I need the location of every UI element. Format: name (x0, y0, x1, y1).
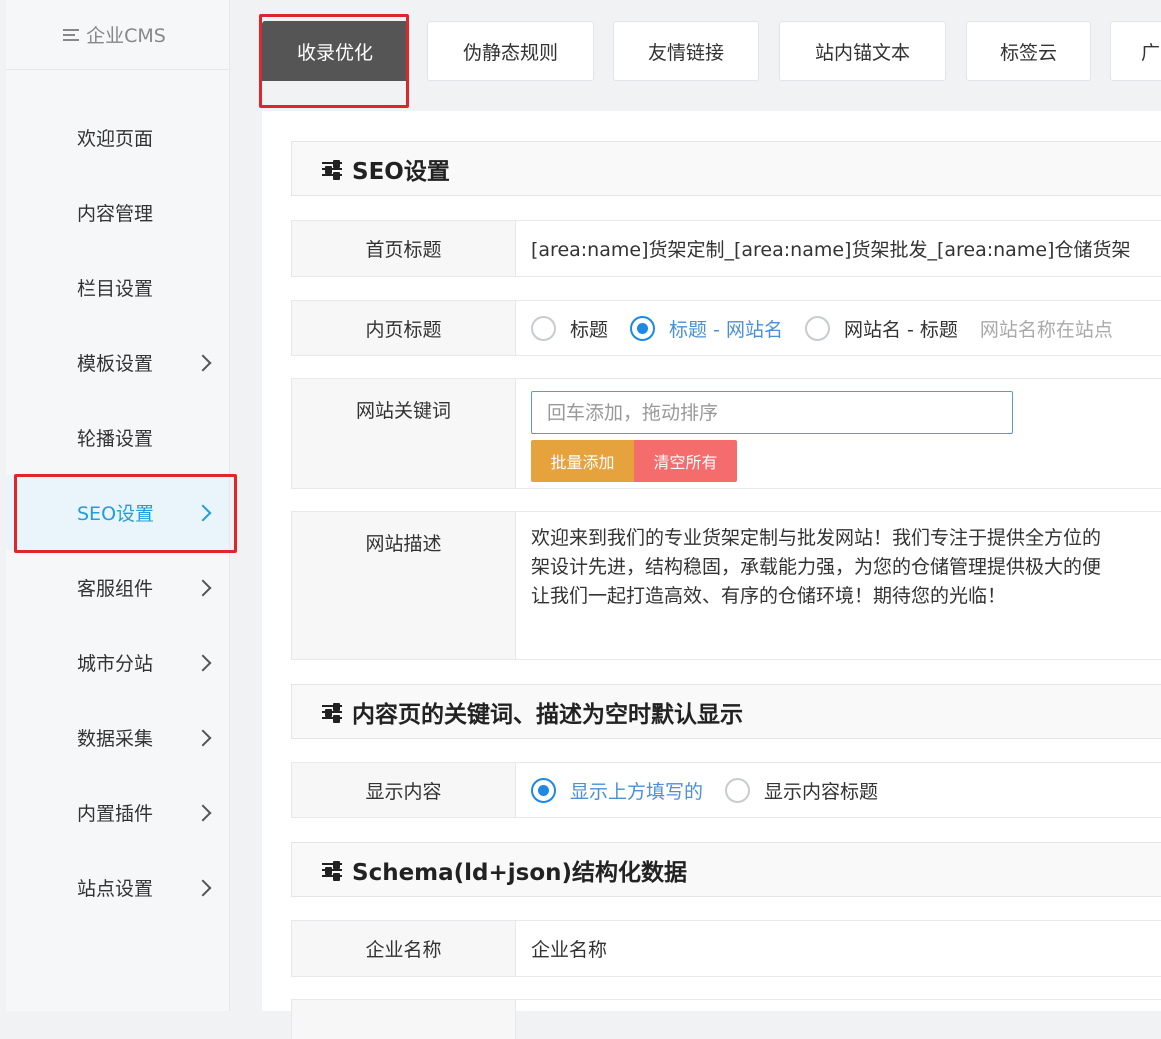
logo-text: 企业CMS (86, 25, 166, 47)
sidebar-item-label: 数据采集 (77, 728, 154, 750)
company-name-label: 企业名称 (292, 921, 516, 976)
clear-all-button[interactable]: 清空所有 (634, 440, 737, 482)
radio-show-filled[interactable]: 显示上方填写的 (531, 777, 703, 804)
sidebar-item-label: 栏目设置 (77, 278, 154, 300)
sidebar-item-plugins[interactable]: 内置插件 (6, 775, 229, 850)
section-content-defaults: 内容页的关键词、描述为空时默认显示 (291, 684, 1161, 739)
sidebar-item-label: 客服组件 (77, 578, 154, 600)
sidebar-item-label: 模板设置 (77, 353, 154, 375)
section-title: 内容页的关键词、描述为空时默认显示 (352, 701, 743, 728)
inner-title-options: 标题 标题 - 网站名 网站名 - 标题 网站名称在站点 (531, 301, 1161, 355)
row-inner-title: 内页标题 标题 标题 - 网站名 网站名 - 标题 网站名称在站点 (291, 300, 1161, 356)
sidebar-item-carousel[interactable]: 轮播设置 (6, 400, 229, 475)
home-title-label: 首页标题 (292, 221, 516, 276)
tab-friend-links[interactable]: 友情链接 (613, 21, 759, 81)
sidebar-item-label: 内置插件 (77, 803, 154, 825)
app-logo[interactable]: 企业CMS (6, 0, 229, 70)
radio-title-sitename[interactable]: 标题 - 网站名 (630, 315, 783, 342)
row-next (291, 999, 1161, 1039)
home-title-value[interactable]: [area:name]货架定制_[area:name]货架批发_[area:na… (531, 221, 1161, 276)
inner-title-label: 内页标题 (292, 301, 516, 355)
display-content-label: 显示内容 (292, 763, 516, 817)
description-line: 架设计先进，结构稳固，承载能力强，为您的仓储管理提供极大的便 (531, 556, 1102, 578)
chevron-right-icon (194, 729, 212, 746)
sidebar-item-customer-service[interactable]: 客服组件 (6, 550, 229, 625)
chevron-right-icon (194, 504, 212, 521)
keywords-input[interactable] (531, 391, 1013, 434)
sidebar-item-label: 城市分站 (77, 653, 154, 675)
sliders-icon (322, 860, 342, 881)
radio-circle (531, 315, 556, 341)
keywords-editor: 批量添加 清空所有 (531, 379, 1161, 488)
display-content-options: 显示上方填写的 显示内容标题 (531, 763, 1161, 817)
chevron-right-icon (194, 654, 212, 671)
row-company-name: 企业名称 企业名称 (291, 920, 1161, 977)
sidebar-item-label: SEO设置 (77, 503, 155, 525)
sidebar-item-seo[interactable]: SEO设置 (6, 474, 237, 553)
row-description: 网站描述 欢迎来到我们的专业货架定制与批发网站！我们专注于提供全方位的 架设计先… (291, 511, 1161, 660)
batch-add-button[interactable]: 批量添加 (531, 440, 634, 482)
sidebar-item-templates[interactable]: 模板设置 (6, 325, 229, 400)
tab-ads[interactable]: 广 (1110, 21, 1161, 81)
sidebar: 企业CMS 欢迎页面内容管理栏目设置模板设置轮播设置 SEO设置客服组件城市分站数… (6, 0, 237, 1011)
company-name-input[interactable]: 企业名称 (531, 921, 1161, 976)
tab-anchor-text[interactable]: 站内锚文本 (779, 21, 946, 81)
sidebar-item-label: 站点设置 (77, 878, 154, 900)
radio-circle (804, 315, 830, 341)
menu-icon (63, 28, 80, 42)
radio-title[interactable]: 标题 (531, 315, 608, 342)
next-row-label (292, 1000, 516, 1039)
keywords-label: 网站关键词 (292, 379, 516, 488)
radio-show-content-title[interactable]: 显示内容标题 (725, 777, 878, 804)
company-name-text: 企业名称 (531, 939, 608, 961)
tab-bar: 收录优化 伪静态规则 友情链接 站内锚文本 标签云 广 (232, 0, 1161, 108)
row-keywords: 网站关键词 批量添加 清空所有 (291, 378, 1161, 489)
chevron-right-icon (194, 579, 212, 596)
tab-tag-cloud[interactable]: 标签云 (966, 21, 1091, 81)
radio-circle-selected (531, 777, 556, 803)
sidebar-item-columns[interactable]: 栏目设置 (6, 250, 229, 325)
sidebar-item-label: 内容管理 (77, 203, 154, 225)
sliders-icon (322, 159, 342, 180)
section-title: Schema(ld+json)结构化数据 (352, 859, 688, 886)
radio-sitename-title[interactable]: 网站名 - 标题 (804, 315, 958, 342)
tab-index-optimization[interactable]: 收录优化 (262, 21, 408, 81)
chevron-right-icon (194, 804, 212, 821)
sidebar-item-site-settings[interactable]: 站点设置 (6, 850, 229, 925)
sidebar-item-label: 欢迎页面 (77, 128, 154, 150)
sidebar-nav: 欢迎页面内容管理栏目设置模板设置轮播设置 SEO设置客服组件城市分站数据采集内置插… (6, 100, 237, 925)
sidebar-item-city-sites[interactable]: 城市分站 (6, 625, 229, 700)
description-label: 网站描述 (292, 512, 516, 659)
tab-rewrite-rules[interactable]: 伪静态规则 (427, 21, 594, 81)
description-line: 让我们一起打造高效、有序的仓储环境！期待您的光临！ (531, 585, 1007, 607)
inner-title-hint: 网站名称在站点 (979, 318, 1113, 341)
sidebar-item-data-collection[interactable]: 数据采集 (6, 700, 229, 775)
home-title-text: [area:name]货架定制_[area:name]货架批发_[area:na… (531, 239, 1131, 261)
radio-circle (725, 777, 751, 803)
description-textarea[interactable]: 欢迎来到我们的专业货架定制与批发网站！我们专注于提供全方位的 架设计先进，结构稳… (531, 512, 1161, 659)
chevron-right-icon (194, 354, 212, 371)
row-home-title: 首页标题 [area:name]货架定制_[area:name]货架批发_[ar… (291, 220, 1161, 277)
main-content: SEO设置 首页标题 [area:name]货架定制_[area:name]货架… (262, 111, 1161, 1039)
description-line: 欢迎来到我们的专业货架定制与批发网站！我们专注于提供全方位的 (531, 527, 1102, 549)
radio-circle-selected (630, 315, 656, 341)
section-schema: Schema(ld+json)结构化数据 (291, 842, 1161, 897)
chevron-right-icon (194, 879, 212, 896)
row-display-content: 显示内容 显示上方填写的 显示内容标题 (291, 762, 1161, 818)
sidebar-item-label: 轮播设置 (77, 428, 154, 450)
sidebar-item-welcome[interactable]: 欢迎页面 (6, 100, 229, 175)
sliders-icon (322, 702, 342, 723)
sidebar-item-content[interactable]: 内容管理 (6, 175, 229, 250)
section-title: SEO设置 (352, 158, 450, 185)
section-seo-settings: SEO设置 (291, 141, 1161, 196)
